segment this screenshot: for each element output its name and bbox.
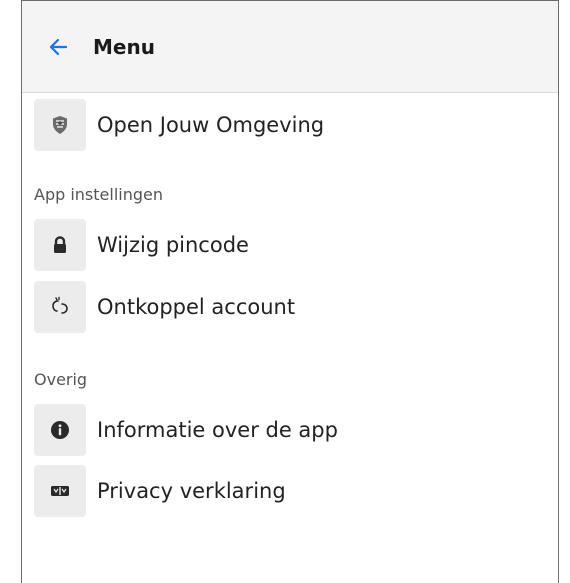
menu-item-label: Privacy verklaring [97,479,286,503]
menu-screen: Menu Open Jouw Omgeving App instellingen… [21,0,559,583]
scale-icon [51,486,69,496]
menu-item-icon-box [34,219,86,271]
menu-item-icon-box [34,99,86,151]
shield-emblem-icon [53,116,67,134]
section-title-overig: Overig [34,370,88,389]
page-title: Menu [93,35,155,59]
lock-icon [54,236,66,253]
unlink-icon [52,296,68,314]
menu-item-wijzig-pincode[interactable]: Wijzig pincode [22,217,558,273]
menu-item-informatie-over-de-app[interactable]: Informatie over de app [22,402,558,458]
menu-item-label: Wijzig pincode [97,233,249,257]
info-circle-icon [51,421,69,439]
back-button[interactable] [44,32,74,62]
menu-item-label: Ontkoppel account [97,295,296,319]
menu-item-open-jouw-omgeving[interactable]: Open Jouw Omgeving [22,97,558,153]
menu-item-icon-box [34,465,86,517]
section-title-app-instellingen: App instellingen [34,185,163,204]
menu-item-ontkoppel-account[interactable]: Ontkoppel account [22,279,558,335]
menu-item-label: Open Jouw Omgeving [97,113,325,137]
menu-item-label: Informatie over de app [97,418,338,442]
arrow-left-icon [49,38,68,56]
menu-item-privacy-verklaring[interactable]: Privacy verklaring [22,463,558,519]
menu-item-icon-box [34,281,86,333]
menu-item-icon-box [34,404,86,456]
menu-header: Menu [22,0,558,93]
